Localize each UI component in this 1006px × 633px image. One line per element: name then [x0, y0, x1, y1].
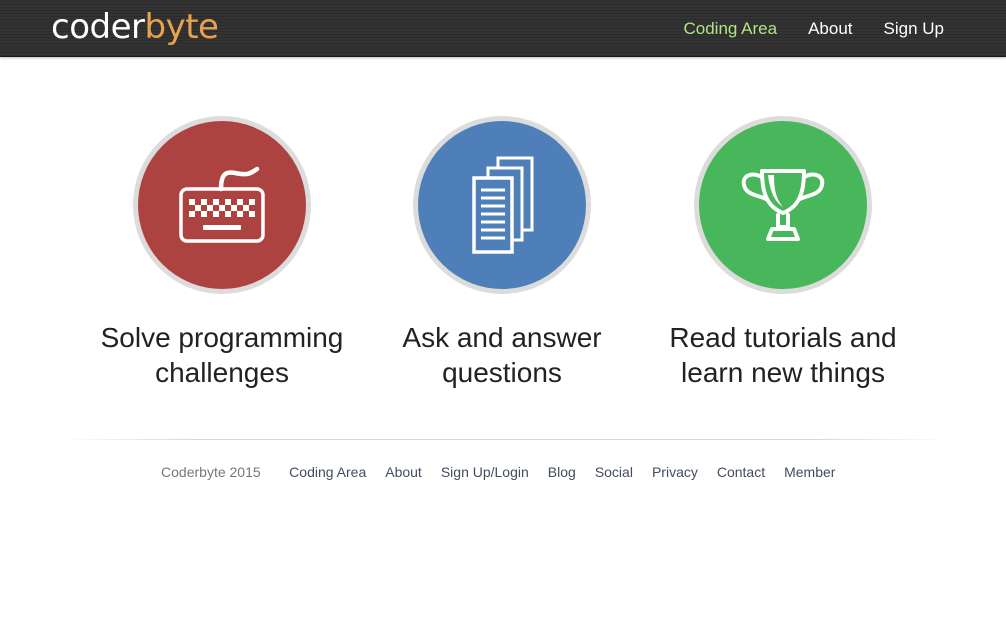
top-navigation-bar: coderbyte Coding Area About Sign Up [0, 0, 1006, 57]
coderbyte-logo[interactable]: coderbyte [51, 6, 219, 48]
documents-icon [472, 156, 534, 254]
logo-coder-text: coder [51, 7, 145, 47]
footer-link-privacy[interactable]: Privacy [652, 464, 698, 480]
trophy-icon [741, 169, 825, 241]
footer-link-social[interactable]: Social [595, 464, 633, 480]
feature-text-solve: Solve programming challenges [82, 320, 362, 390]
feature-circle-green[interactable] [694, 116, 872, 294]
keyboard-icon [179, 166, 265, 243]
footer-copyright: Coderbyte 2015 [161, 464, 261, 480]
feature-circle-blue[interactable] [413, 116, 591, 294]
logo-byte-text: byte [144, 7, 219, 47]
footer-link-about[interactable]: About [385, 464, 422, 480]
feature-line: Ask and answer [402, 322, 602, 353]
features-section: Solve programming challenges Ask and ans… [0, 116, 1006, 406]
main-nav: Coding Area About Sign Up [653, 0, 945, 57]
feature-line: Read tutorials and [669, 322, 897, 353]
footer-divider [60, 439, 950, 440]
feature-circle-red[interactable] [133, 116, 311, 294]
nav-link-coding-area[interactable]: Coding Area [684, 19, 778, 39]
footer-link-member[interactable]: Member [784, 464, 835, 480]
footer-link-contact[interactable]: Contact [717, 464, 765, 480]
feature-line: questions [442, 357, 562, 388]
nav-link-about[interactable]: About [808, 19, 852, 39]
footer-link-blog[interactable]: Blog [548, 464, 576, 480]
feature-solve-challenges: Solve programming challenges [82, 116, 362, 390]
feature-line: challenges [155, 357, 289, 388]
footer-link-coding-area[interactable]: Coding Area [289, 464, 366, 480]
feature-ask-answer: Ask and answer questions [362, 116, 642, 390]
nav-link-sign-up[interactable]: Sign Up [884, 19, 944, 39]
feature-text-read: Read tutorials and learn new things [643, 320, 923, 390]
feature-text-ask: Ask and answer questions [362, 320, 642, 390]
feature-read-tutorials: Read tutorials and learn new things [643, 116, 923, 390]
feature-line: Solve programming [100, 322, 344, 353]
footer-link-sign-up-login[interactable]: Sign Up/Login [441, 464, 529, 480]
feature-line: learn new things [681, 357, 885, 388]
footer: Coderbyte 2015 Coding Area About Sign Up… [0, 464, 1006, 480]
